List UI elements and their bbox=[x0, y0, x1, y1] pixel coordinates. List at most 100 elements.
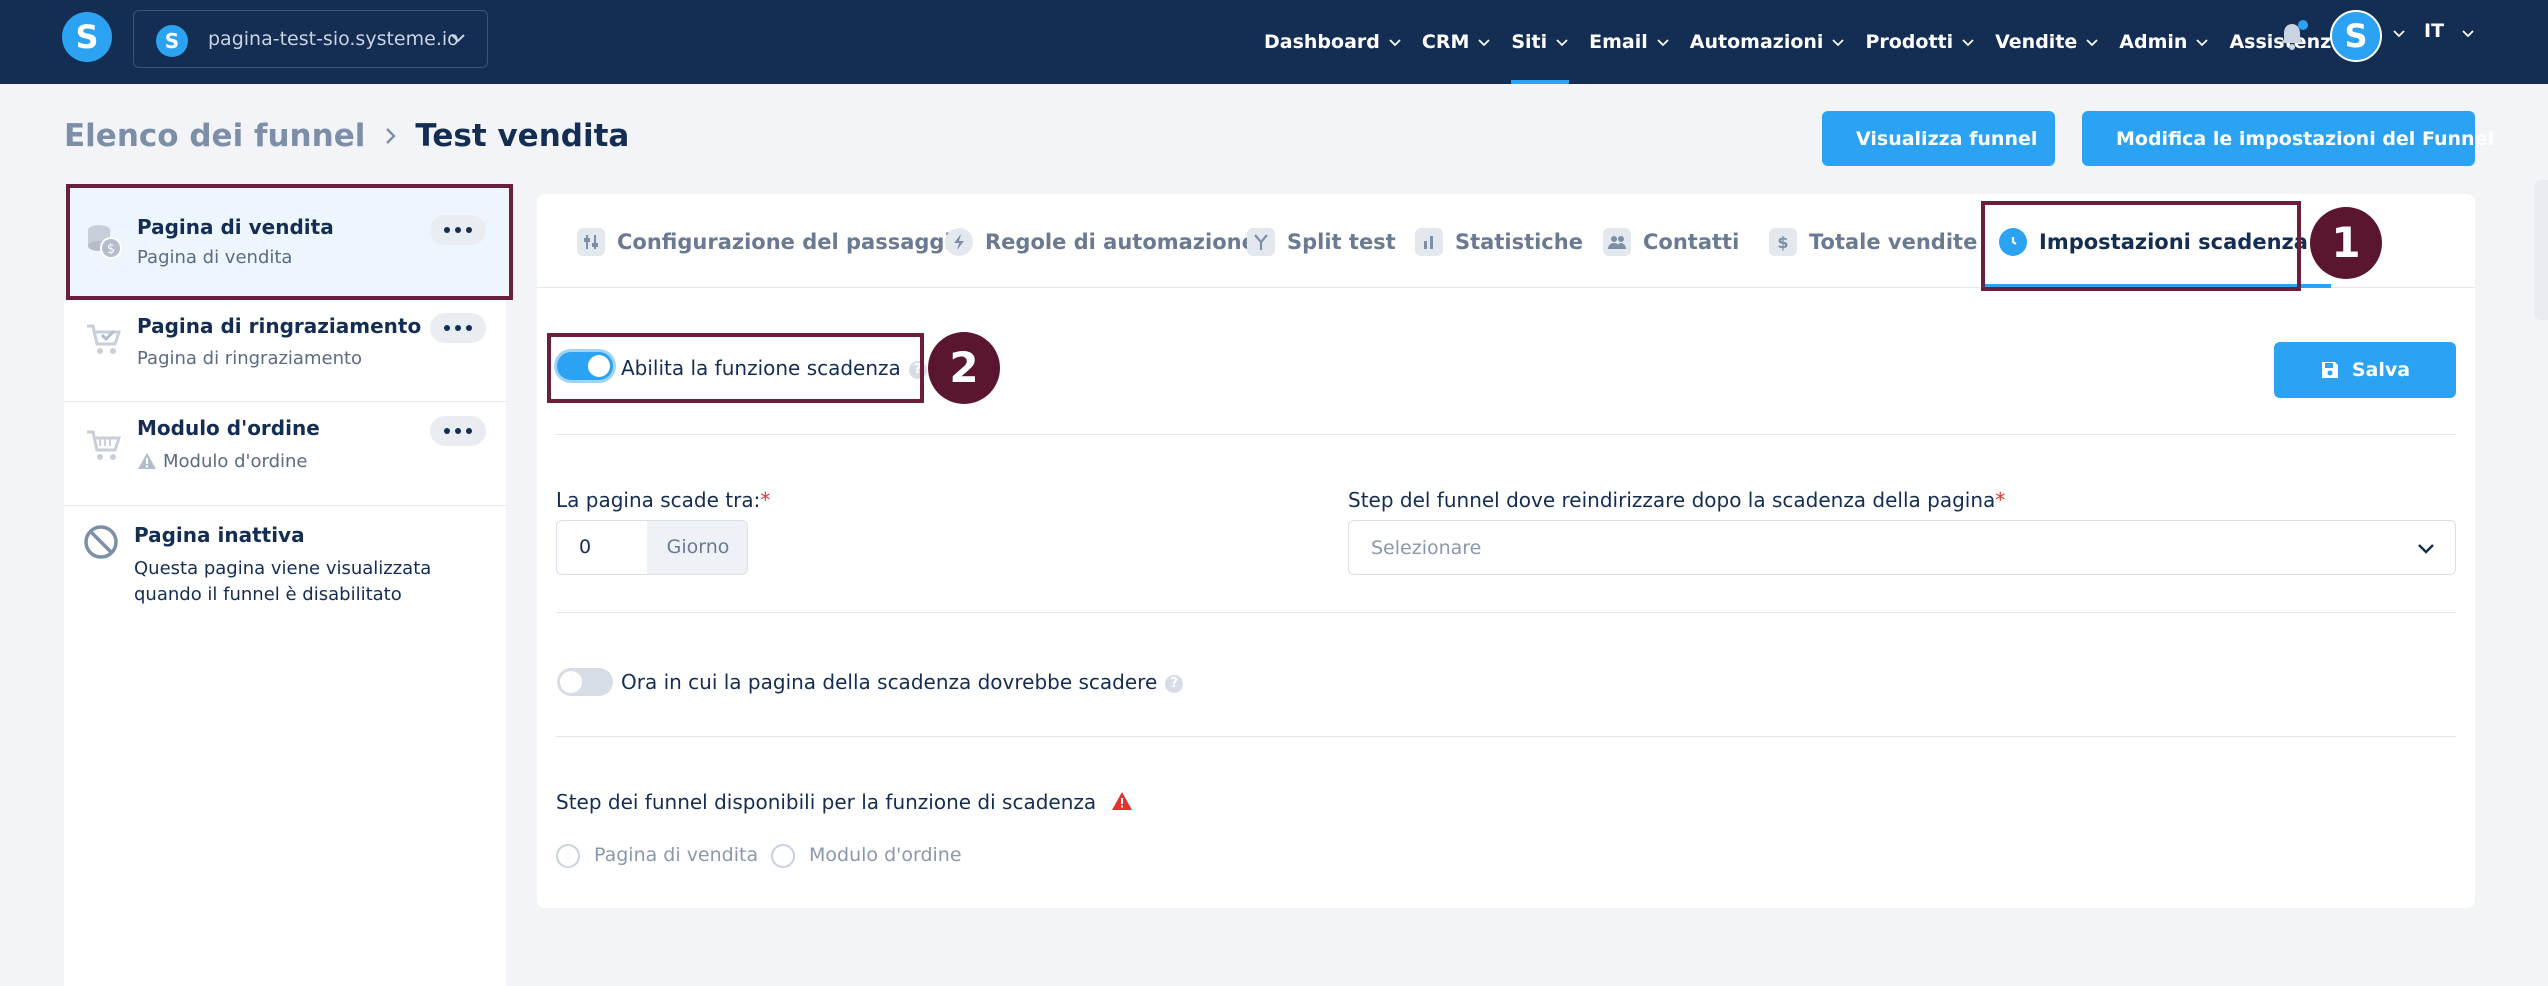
divider bbox=[556, 736, 2456, 737]
bolt-icon bbox=[945, 228, 973, 256]
radio-label: Modulo d'ordine bbox=[809, 844, 962, 866]
sidebar-item-pagina-di-ringraziamento[interactable]: Pagina di ringraziamento Pagina di ringr… bbox=[64, 298, 506, 402]
radio-pagina-di-vendita[interactable] bbox=[556, 844, 580, 868]
tab-label: Regole di automazione bbox=[985, 230, 1256, 254]
expire-after-unit: Giorno bbox=[647, 521, 747, 574]
top-navigation-bar: S S pagina-test-sio.systeme.io Dashboard… bbox=[0, 0, 2548, 84]
toggle-knob bbox=[560, 671, 582, 693]
redirect-step-label: Step del funnel dove reindirizzare dopo … bbox=[1348, 488, 2005, 512]
annotation-marker-1: 1 bbox=[2310, 207, 2382, 279]
more-options-button[interactable] bbox=[430, 313, 486, 343]
chevron-down-icon bbox=[1657, 39, 1669, 47]
warning-icon bbox=[138, 453, 156, 469]
breadcrumb-funnel-list[interactable]: Elenco dei funnel bbox=[64, 118, 365, 154]
page-title: Test vendita bbox=[415, 118, 630, 154]
cart-icon bbox=[87, 430, 122, 460]
avatar[interactable]: S bbox=[2330, 10, 2382, 62]
save-button[interactable]: Salva bbox=[2274, 342, 2456, 398]
site-name: pagina-test-sio.systeme.io bbox=[208, 28, 459, 50]
systeme-logo[interactable]: S bbox=[62, 12, 112, 62]
edit-funnel-settings-button[interactable]: Modifica le impostazioni del Funnel bbox=[2082, 111, 2494, 166]
nav-automazioni[interactable]: Automazioni bbox=[1690, 0, 1852, 84]
sidebar-item-pagina-inattiva[interactable]: Pagina inattiva Questa pagina viene visu… bbox=[64, 506, 506, 626]
nav-label: Admin bbox=[2119, 31, 2188, 53]
expiration-time-label: Ora in cui la pagina della scadenza dovr… bbox=[621, 670, 1184, 694]
chevron-down-icon bbox=[2196, 39, 2209, 47]
chevron-down-icon bbox=[1962, 39, 1974, 47]
nav-dashboard[interactable]: Dashboard bbox=[1264, 0, 1408, 84]
available-steps-label: Step dei funnel disponibili per la funzi… bbox=[556, 790, 1133, 814]
tab-label: Contatti bbox=[1643, 230, 1740, 254]
nav-vendite[interactable]: Vendite bbox=[1995, 0, 2105, 84]
funnel-steps-sidebar: $ Pagina di vendita Pagina di vendita Pa… bbox=[64, 183, 506, 986]
dollar-icon: $ bbox=[1769, 228, 1797, 256]
expire-after-label: La pagina scade tra:* bbox=[556, 488, 770, 512]
more-options-button[interactable] bbox=[430, 416, 486, 446]
chevron-down-icon[interactable] bbox=[2461, 26, 2475, 40]
sidebar-item-title: Pagina inattiva bbox=[134, 523, 305, 547]
nav-siti[interactable]: Siti bbox=[1511, 0, 1575, 84]
annotation-marker-2: 2 bbox=[928, 332, 1000, 404]
chevron-down-icon bbox=[2418, 544, 2434, 554]
split-icon bbox=[1247, 228, 1275, 256]
site-selector[interactable]: S pagina-test-sio.systeme.io bbox=[133, 10, 488, 68]
sidebar-item-modulo-ordine[interactable]: Modulo d'ordine Modulo d'ordine bbox=[64, 402, 506, 506]
expiration-time-toggle[interactable] bbox=[557, 668, 613, 696]
save-label: Salva bbox=[2351, 359, 2411, 381]
annotation-highlight-tab bbox=[1981, 201, 2301, 291]
tab-contatti[interactable]: Contatti bbox=[1603, 224, 1739, 260]
language-selector[interactable]: IT bbox=[2424, 20, 2444, 42]
chevron-down-icon bbox=[1478, 39, 1490, 47]
nav-label: Prodotti bbox=[1865, 31, 1954, 53]
tab-label: Totale vendite bbox=[1809, 230, 1978, 254]
expiration-time-text: Ora in cui la pagina della scadenza dovr… bbox=[621, 670, 1158, 694]
help-icon[interactable]: ? bbox=[1165, 674, 1184, 693]
nav-label: Automazioni bbox=[1689, 31, 1824, 53]
ban-icon bbox=[84, 525, 118, 559]
tab-label: Configurazione del passaggio bbox=[617, 230, 967, 254]
annotation-highlight-sidebar bbox=[66, 184, 513, 300]
tab-label: Split test bbox=[1287, 230, 1396, 254]
required-mark: * bbox=[760, 488, 771, 512]
floppy-disk-icon bbox=[2321, 362, 2338, 378]
available-steps-text: Step dei funnel disponibili per la funzi… bbox=[556, 790, 1097, 814]
annotation-highlight-toggle bbox=[547, 333, 924, 403]
sidebar-item-title: Modulo d'ordine bbox=[137, 416, 320, 440]
sliders-icon bbox=[577, 228, 605, 256]
nav-label: Siti bbox=[1511, 31, 1548, 53]
nav-email[interactable]: Email bbox=[1589, 0, 1676, 84]
tab-split-test[interactable]: Split test bbox=[1247, 224, 1396, 260]
chevron-right-icon bbox=[386, 128, 397, 144]
divider bbox=[556, 612, 2456, 613]
tab-statistiche[interactable]: Statistiche bbox=[1415, 224, 1583, 260]
chevron-down-icon[interactable] bbox=[2392, 26, 2406, 40]
sidebar-item-title: Pagina di ringraziamento bbox=[137, 314, 422, 338]
tab-configurazione[interactable]: Configurazione del passaggio bbox=[577, 224, 966, 260]
redirect-step-select[interactable]: Selezionare bbox=[1348, 520, 2456, 575]
nav-admin[interactable]: Admin bbox=[2119, 0, 2215, 84]
nav-crm[interactable]: CRM bbox=[1422, 0, 1497, 84]
radio-modulo-ordine[interactable] bbox=[771, 844, 795, 868]
chevron-down-icon bbox=[451, 34, 465, 43]
radio-label: Pagina di vendita bbox=[594, 844, 759, 866]
main-nav: Dashboard CRM Siti Email Automazioni Pro… bbox=[1264, 0, 2364, 84]
bar-chart-icon bbox=[1415, 228, 1443, 256]
warning-icon bbox=[1111, 792, 1132, 810]
redirect-step-placeholder: Selezionare bbox=[1371, 537, 1482, 559]
view-funnel-button[interactable]: Visualizza funnel bbox=[1822, 111, 2055, 166]
tab-regole-automazione[interactable]: Regole di automazione bbox=[945, 224, 1256, 260]
chevron-down-icon bbox=[1389, 39, 1401, 47]
required-mark: * bbox=[1995, 488, 2006, 512]
expire-after-days-input[interactable]: 0 bbox=[557, 521, 647, 574]
page-scrollbar[interactable] bbox=[2534, 180, 2548, 320]
sidebar-item-subtitle: Pagina di ringraziamento bbox=[137, 348, 363, 369]
tab-totale-vendite[interactable]: $ Totale vendite bbox=[1769, 224, 1977, 260]
nav-label: Email bbox=[1589, 31, 1648, 53]
nav-prodotti[interactable]: Prodotti bbox=[1865, 0, 1981, 84]
cart-check-icon bbox=[87, 324, 122, 354]
expire-after-input-group: 0 Giorno bbox=[556, 520, 748, 575]
notification-dot bbox=[2298, 20, 2308, 30]
chevron-down-icon bbox=[2086, 39, 2098, 47]
chevron-down-icon bbox=[1832, 39, 1845, 47]
expiration-settings-card: Configurazione del passaggio Regole di a… bbox=[537, 194, 2475, 908]
